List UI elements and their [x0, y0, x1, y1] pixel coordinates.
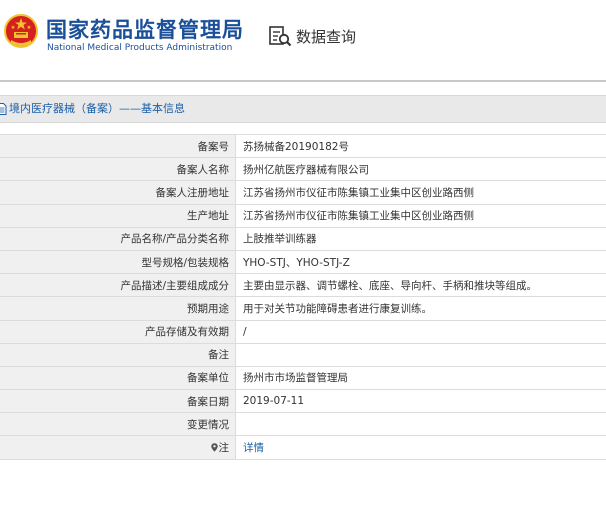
national-emblem-icon [4, 14, 38, 48]
site-subtitle: National Medical Products Administration [47, 43, 233, 53]
table-row: 注 详情 [0, 435, 606, 460]
table-row: 变更情况 [0, 412, 606, 437]
field-value [235, 412, 606, 437]
field-label: 注 [218, 442, 230, 455]
detail-table: 备案号 苏扬械备20190182号 备案人名称 扬州亿航医疗器械有限公司 备案人… [0, 133, 606, 460]
table-row: 备案人名称 扬州亿航医疗器械有限公司 [0, 157, 606, 182]
field-label: 变更情况 [0, 412, 236, 437]
details-link[interactable]: 详情 [243, 442, 264, 454]
field-value: 扬州市市场监督管理局 [235, 365, 606, 391]
field-label: 备案人名称 [0, 157, 236, 182]
header-divider [0, 80, 606, 82]
section-header: 境内医疗器械（备案）——基本信息 [0, 95, 606, 123]
table-row: 备案人注册地址 江苏省扬州市仪征市陈集镇工业集中区创业路西侧 [0, 180, 606, 205]
table-row: 预期用途 用于对关节功能障碍患者进行康复训练。 [0, 296, 606, 321]
field-label: 备案号 [0, 133, 236, 159]
site-header: 国家药品监督管理局 National Medical Products Admi… [0, 0, 606, 80]
table-row: 产品存储及有效期 / [0, 319, 606, 344]
field-value: / [235, 319, 606, 344]
table-row: 备案单位 扬州市市场监督管理局 [0, 365, 606, 391]
field-label: 备案日期 [0, 389, 236, 414]
field-value: 扬州亿航医疗器械有限公司 [235, 157, 606, 182]
field-label: 产品描述/主要组成成分 [0, 273, 236, 298]
section-title-text: 境内医疗器械（备案）——基本信息 [9, 102, 185, 115]
table-row: 产品名称/产品分类名称 上肢推举训练器 [0, 226, 606, 251]
field-value: 江苏省扬州市仪征市陈集镇工业集中区创业路西侧 [235, 180, 606, 205]
field-label: 生产地址 [0, 203, 236, 228]
table-row: 备注 [0, 342, 606, 367]
search-doc-icon [269, 26, 292, 47]
field-value [235, 342, 606, 367]
field-value: YHO-STJ、YHO-STJ-Z [235, 249, 606, 275]
document-icon [0, 103, 7, 115]
field-label: 产品名称/产品分类名称 [0, 226, 236, 251]
field-label: 备案人注册地址 [0, 180, 236, 205]
note-label-cell: 注 [0, 435, 236, 460]
site-title: 国家药品监督管理局 [46, 18, 244, 42]
table-row: 生产地址 江苏省扬州市仪征市陈集镇工业集中区创业路西侧 [0, 203, 606, 228]
data-query-label: 数据查询 [296, 27, 357, 46]
field-value: 2019-07-11 [235, 389, 606, 414]
field-value: 详情 [235, 435, 606, 460]
field-label: 预期用途 [0, 296, 236, 321]
field-label: 备注 [0, 342, 236, 367]
table-row: 备案号 苏扬械备20190182号 [0, 133, 606, 159]
field-value: 主要由显示器、调节螺栓、底座、导向杆、手柄和推块等组成。 [235, 273, 606, 298]
table-row: 型号规格/包装规格 YHO-STJ、YHO-STJ-Z [0, 249, 606, 275]
field-label: 产品存储及有效期 [0, 319, 236, 344]
data-query-link[interactable]: 数据查询 [268, 24, 356, 48]
location-pin-icon [210, 443, 218, 452]
table-row: 备案日期 2019-07-11 [0, 389, 606, 414]
field-label: 备案单位 [0, 365, 236, 391]
section-title: 境内医疗器械（备案）——基本信息 [0, 96, 185, 122]
field-label: 型号规格/包装规格 [0, 249, 236, 275]
field-value: 上肢推举训练器 [235, 226, 606, 251]
field-value: 用于对关节功能障碍患者进行康复训练。 [235, 296, 606, 321]
field-value: 苏扬械备20190182号 [235, 133, 606, 159]
table-row: 产品描述/主要组成成分 主要由显示器、调节螺栓、底座、导向杆、手柄和推块等组成。 [0, 273, 606, 298]
field-value: 江苏省扬州市仪征市陈集镇工业集中区创业路西侧 [235, 203, 606, 228]
